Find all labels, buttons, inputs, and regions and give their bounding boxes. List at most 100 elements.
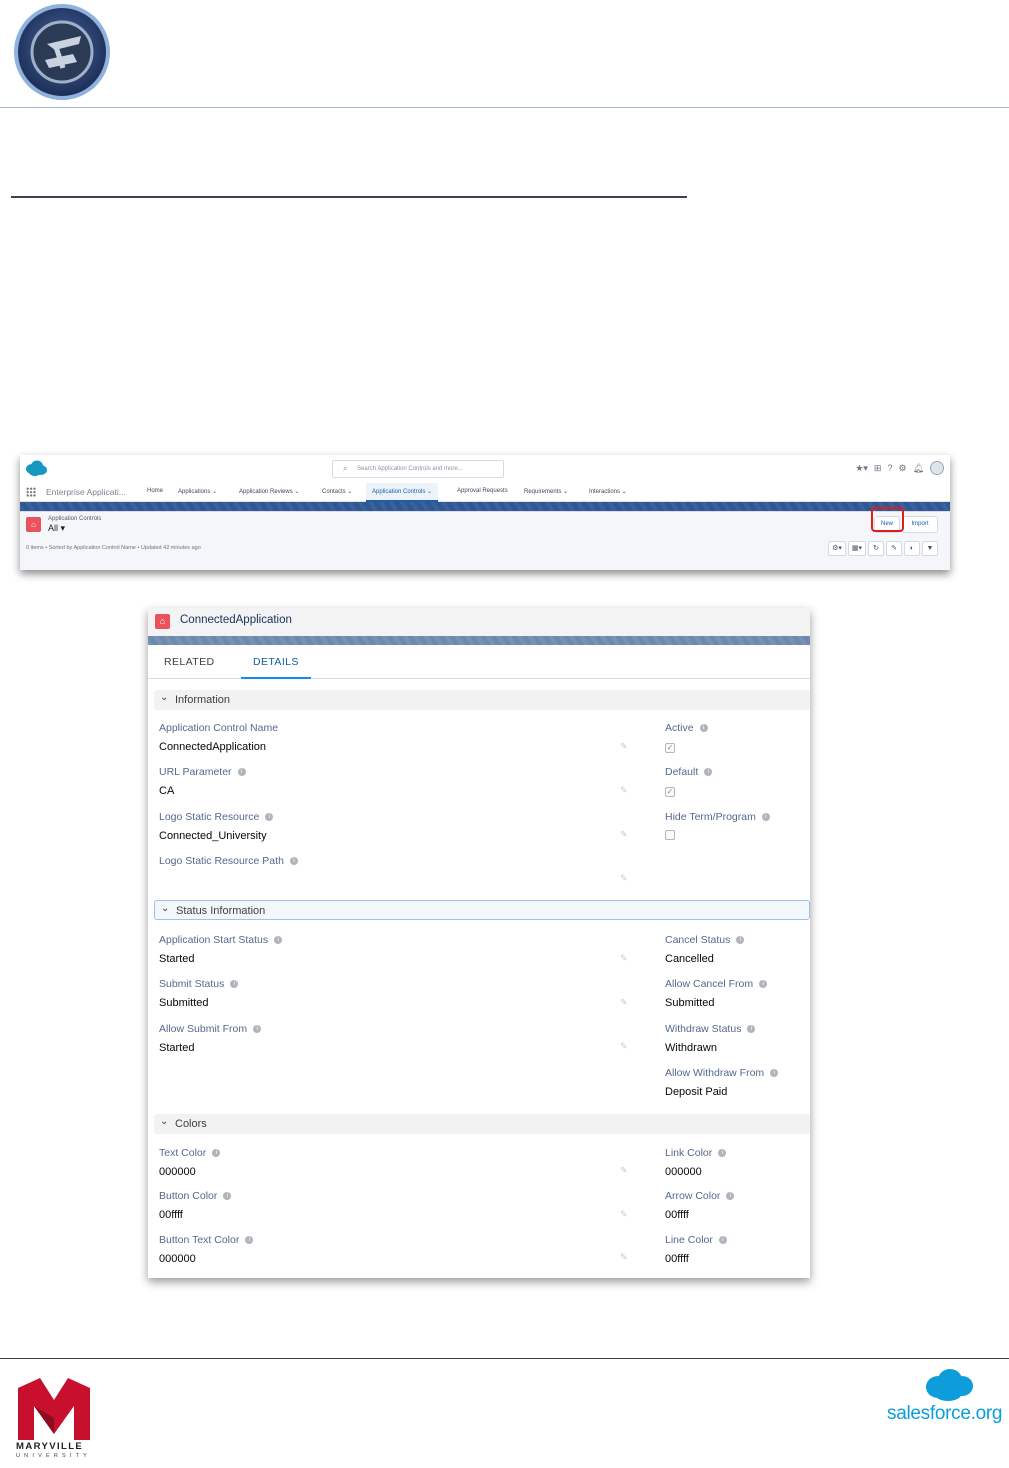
nav-tab-contacts[interactable]: Contacts ⌄ — [322, 488, 352, 495]
pencil-edit-icon[interactable]: ✎ — [620, 1253, 629, 1262]
nav-tab-interactions[interactable]: Interactions ⌄ — [589, 488, 627, 495]
pencil-edit-icon[interactable]: ✎ — [620, 786, 629, 795]
nav-tab-requirements[interactable]: Requirements ⌄ — [524, 488, 568, 495]
field-value: 00ffff — [665, 1253, 689, 1265]
chevron-down-icon: ⌄ — [160, 692, 169, 703]
info-icon[interactable]: i — [245, 1236, 254, 1245]
setup-gear-icon[interactable]: ⚙ — [898, 463, 906, 474]
chevron-down-icon: ⌄ — [160, 1116, 169, 1127]
maryville-name: MARYVILLE — [16, 1441, 84, 1452]
app-launcher-icon[interactable] — [26, 487, 36, 497]
section-status-information[interactable]: ⌄ Status Information — [154, 900, 810, 920]
active-checkbox[interactable]: ✓ — [665, 743, 675, 753]
field-label: Default i — [665, 766, 713, 778]
pencil-edit-icon[interactable]: ✎ — [620, 1042, 629, 1051]
hide-term-program-checkbox[interactable] — [665, 830, 675, 840]
info-icon[interactable]: i — [747, 1025, 756, 1034]
info-icon[interactable]: i — [726, 1192, 735, 1201]
charts-button[interactable]: ◐ — [904, 541, 920, 556]
field-value: Connected_University — [159, 830, 267, 842]
import-button[interactable]: Import — [902, 516, 938, 533]
field-value: 00ffff — [665, 1209, 689, 1221]
field-line-color: Line Color i 00ffff — [665, 1234, 727, 1266]
nav-tab-application-reviews[interactable]: Application Reviews ⌄ — [239, 488, 299, 495]
field-label: Logo Static Resource i — [159, 811, 274, 823]
field-withdraw-status: Withdraw Status i Withdrawn — [665, 1023, 756, 1055]
field-value: 000000 — [665, 1166, 702, 1178]
user-avatar[interactable] — [930, 461, 944, 475]
field-arrow-color: Arrow Color i 00ffff — [665, 1190, 735, 1222]
info-icon[interactable]: i — [237, 768, 246, 777]
info-icon[interactable]: i — [274, 936, 283, 945]
info-icon[interactable]: i — [718, 1236, 727, 1245]
refresh-button[interactable]: ↻ — [868, 541, 884, 556]
pencil-edit-icon[interactable]: ✎ — [620, 830, 629, 839]
notifications-bell-icon[interactable]: 🔔︎ — [913, 463, 924, 474]
list-settings-button[interactable]: ⚙▾ — [828, 541, 846, 556]
object-label: Application Controls — [48, 516, 102, 522]
field-value: Submitted — [159, 997, 209, 1009]
section-label: Colors — [175, 1118, 207, 1130]
field-allow-cancel-from: Allow Cancel From i Submitted — [665, 978, 768, 1010]
add-icon[interactable]: ⊞ — [874, 463, 882, 474]
tab-details[interactable]: DETAILS — [253, 656, 299, 668]
section-colors[interactable]: ⌄ Colors — [154, 1114, 810, 1134]
field-url-parameter: URL Parameter i CA — [159, 766, 246, 798]
pencil-edit-icon[interactable]: ✎ — [620, 742, 629, 751]
nav-tab-application-controls[interactable]: Application Controls ⌄ — [366, 483, 439, 502]
info-icon[interactable]: i — [212, 1149, 221, 1158]
global-search-input[interactable]: ⌕ Search Application Controls and more..… — [332, 460, 504, 478]
field-value: Deposit Paid — [665, 1086, 728, 1098]
info-icon[interactable]: i — [761, 813, 770, 822]
field-default: Default i ✓ — [665, 766, 713, 798]
edit-list-button[interactable]: ✎ — [886, 541, 902, 556]
nav-tab-approval-requests[interactable]: Approval Requests — [457, 488, 508, 494]
nav-tab-applications[interactable]: Applications ⌄ — [178, 488, 217, 495]
list-view-toolbar: ⚙▾ ▦▾ ↻ ✎ ◐ ▼ — [828, 541, 938, 556]
info-icon[interactable]: i — [289, 857, 298, 866]
search-icon: ⌕ — [343, 464, 348, 473]
field-active: Active i ✓ — [665, 722, 708, 754]
info-icon[interactable]: i — [736, 936, 745, 945]
info-icon[interactable]: i — [718, 1149, 727, 1158]
info-icon[interactable]: i — [265, 813, 274, 822]
utility-icons: ★▾ ⊞ ? ⚙ 🔔︎ — [855, 461, 944, 475]
app-name: Enterprise Applicati... — [46, 487, 126, 497]
record-tabs: RELATED DETAILS — [148, 645, 810, 679]
help-icon[interactable]: ? — [887, 463, 892, 473]
info-icon[interactable]: i — [759, 980, 768, 989]
default-checkbox[interactable]: ✓ — [665, 787, 675, 797]
display-as-button[interactable]: ▦▾ — [847, 541, 866, 556]
info-icon[interactable]: i — [230, 980, 239, 989]
pencil-edit-icon[interactable]: ✎ — [620, 1210, 629, 1219]
info-icon[interactable]: i — [699, 724, 708, 733]
field-label: Allow Cancel From i — [665, 978, 768, 990]
section-information[interactable]: ⌄ Information — [154, 690, 810, 710]
field-value: Withdrawn — [665, 1042, 717, 1054]
pencil-edit-icon[interactable]: ✎ — [620, 998, 629, 1007]
pencil-edit-icon[interactable]: ✎ — [620, 954, 629, 963]
field-submit-status: Submit Status i Submitted — [159, 978, 239, 1010]
field-value: Started — [159, 953, 195, 965]
field-value: 00ffff — [159, 1209, 183, 1221]
field-label: Arrow Color i — [665, 1190, 735, 1202]
list-view-selector[interactable]: All ▾ — [48, 523, 65, 534]
filter-button[interactable]: ▼ — [922, 541, 938, 556]
tab-related[interactable]: RELATED — [164, 656, 214, 668]
info-icon[interactable]: i — [704, 768, 713, 777]
field-application-control-name: Application Control Name ConnectedApplic… — [159, 722, 278, 754]
info-icon[interactable]: i — [223, 1192, 232, 1201]
favorites-icon[interactable]: ★▾ — [855, 463, 868, 474]
field-allow-withdraw-from: Allow Withdraw From i Deposit Paid — [665, 1067, 779, 1099]
field-label: Button Color i — [159, 1190, 232, 1202]
info-icon[interactable]: i — [770, 1069, 779, 1078]
header-band — [148, 636, 810, 645]
app-navigation-bar: Enterprise Applicati... Home Application… — [20, 483, 950, 502]
pencil-edit-icon[interactable]: ✎ — [620, 874, 629, 883]
pencil-edit-icon[interactable]: ✎ — [620, 1166, 629, 1175]
nav-tab-home[interactable]: Home — [147, 488, 163, 494]
list-view-meta: 0 items • Sorted by Application Control … — [26, 545, 201, 551]
info-icon[interactable]: i — [253, 1025, 262, 1034]
record-detail-screenshot: ⌂ ConnectedApplication RELATED DETAILS ⌄… — [148, 608, 810, 1278]
global-header: ⌕ Search Application Controls and more..… — [20, 455, 950, 483]
